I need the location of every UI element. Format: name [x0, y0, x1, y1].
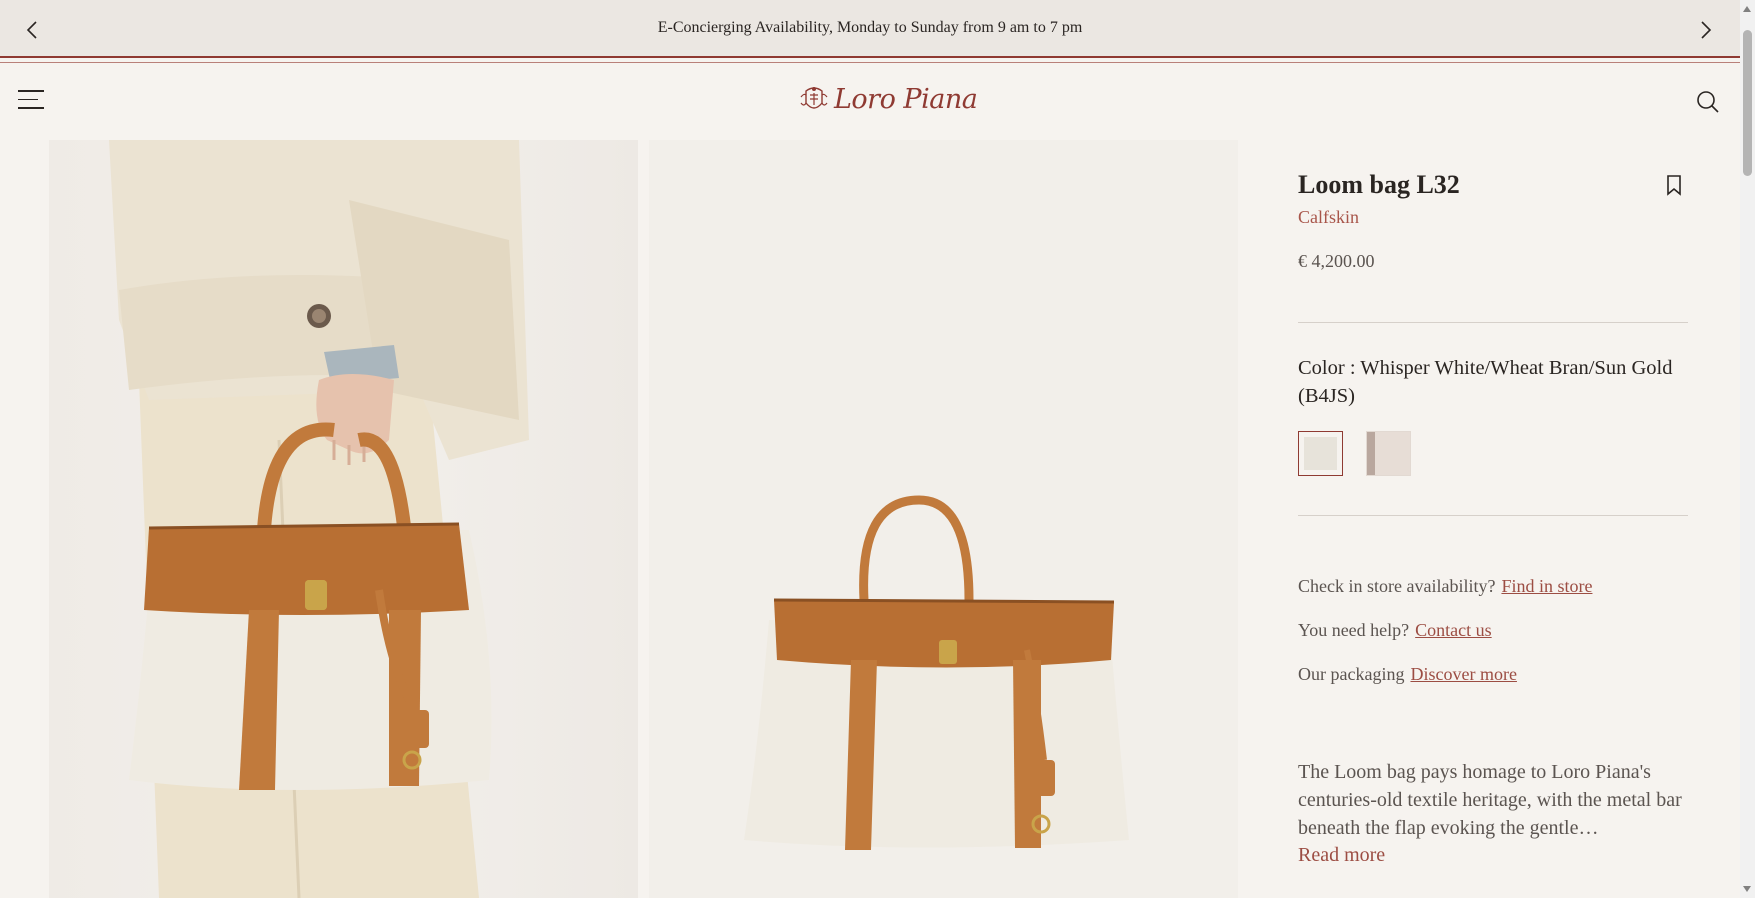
crest-icon — [800, 86, 828, 109]
divider — [1298, 322, 1688, 323]
product-price: € 4,200.00 — [1298, 251, 1375, 271]
wishlist-button[interactable] — [1665, 174, 1683, 196]
brand-logo[interactable]: Loro Piana — [798, 84, 978, 115]
search-button[interactable] — [1696, 90, 1720, 114]
store-availability-label: Check in store availability? — [1298, 576, 1496, 596]
hamburger-menu-icon — [18, 90, 44, 92]
product-title: Loom bag L32 — [1298, 170, 1460, 199]
help-row: You need help? Contact us — [1298, 620, 1492, 641]
discover-more-link[interactable]: Discover more — [1410, 664, 1516, 684]
announcement-prev-button[interactable] — [20, 18, 44, 42]
logo-text: Loro Piana — [834, 84, 978, 115]
site-header: Loro Piana — [0, 64, 1740, 140]
product-image-front[interactable] — [649, 140, 1238, 898]
color-swatch-alternate[interactable] — [1366, 431, 1411, 476]
scrollbar-thumb[interactable] — [1743, 30, 1752, 176]
product-photo-worn — [109, 140, 529, 898]
help-label: You need help? — [1298, 620, 1410, 640]
product-photo-front — [744, 495, 1129, 850]
store-availability-row: Check in store availability? Find in stor… — [1298, 576, 1592, 597]
product-image-worn[interactable] — [49, 140, 638, 898]
scroll-down-arrow-icon[interactable] — [1743, 886, 1751, 892]
product-description: The Loom bag pays homage to Loro Piana's… — [1298, 761, 1682, 839]
packaging-row: Our packaging Discover more — [1298, 664, 1517, 685]
scroll-up-arrow-icon[interactable] — [1743, 6, 1751, 12]
announcement-text: E-Concierging Availability, Monday to Su… — [657, 19, 1083, 36]
announcement-bar: E-Concierging Availability, Monday to Su… — [0, 0, 1740, 56]
find-in-store-link[interactable]: Find in store — [1501, 576, 1592, 596]
search-icon — [1697, 91, 1719, 113]
product-material: Calfskin — [1298, 207, 1359, 227]
announcement-next-button[interactable] — [1694, 18, 1718, 42]
page-scrollbar[interactable] — [1740, 0, 1755, 898]
announcement-divider — [0, 56, 1740, 58]
divider — [1298, 515, 1688, 516]
menu-button[interactable] — [18, 90, 44, 114]
chevron-left-icon — [26, 21, 37, 39]
chevron-right-icon — [1701, 21, 1712, 39]
read-more-link[interactable]: Read more — [1298, 844, 1385, 867]
packaging-label: Our packaging — [1298, 664, 1405, 684]
bookmark-icon — [1667, 175, 1681, 196]
announcement-divider-thin — [0, 62, 1740, 63]
contact-us-link[interactable]: Contact us — [1415, 620, 1492, 640]
color-swatch-selected[interactable] — [1298, 431, 1343, 476]
color-label: Color : Whisper White/Wheat Bran/Sun Gol… — [1298, 357, 1673, 407]
